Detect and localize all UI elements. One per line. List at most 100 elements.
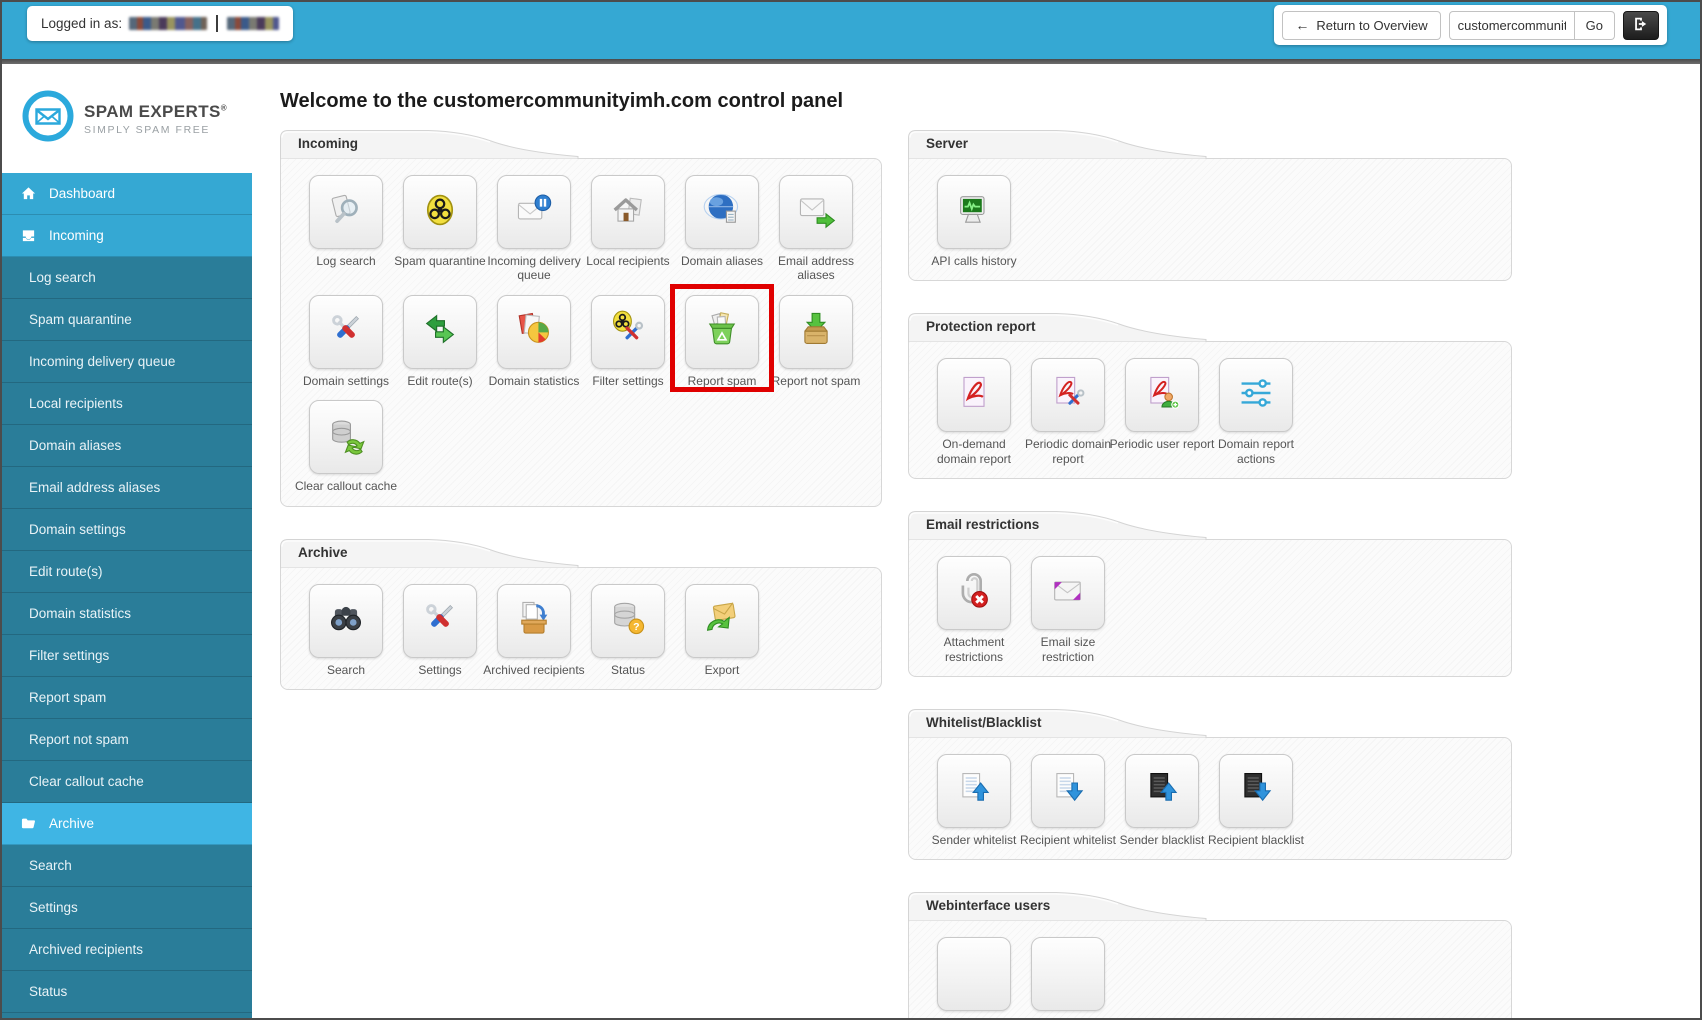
panel-body: On-demand domain report Periodic domain r…	[908, 341, 1512, 480]
sidebar-item-log-search[interactable]: Log search	[2, 257, 252, 299]
panel-item-label: Sender blacklist	[1119, 832, 1205, 847]
panel-item-label: Sender whitelist	[931, 832, 1017, 847]
panel-item-local-recipients[interactable]: Local recipients	[581, 175, 675, 283]
sidebar-item-incoming[interactable]: Incoming	[2, 215, 252, 257]
panel-item-spam-quarantine[interactable]: Spam quarantine	[393, 175, 487, 283]
icon-button	[403, 294, 477, 369]
inbox-restore-icon	[796, 309, 836, 354]
panel-item-label: Periodic user report	[1109, 437, 1215, 452]
panel-item-settings[interactable]: Settings	[393, 583, 487, 677]
panel-item-archived-recipients[interactable]: Archived recipients	[483, 583, 585, 677]
archive-box-icon	[514, 598, 554, 643]
sidebar-item-label: Domain settings	[29, 522, 126, 537]
panel-tab-incoming: Incoming	[280, 129, 580, 159]
panel-item-label: Archived recipients	[483, 662, 585, 677]
panel-item-item[interactable]	[927, 937, 1021, 1016]
spamexperts-logo-icon	[22, 90, 74, 147]
sidebar-item-archived-recipients[interactable]: Archived recipients	[2, 929, 252, 971]
sidebar-item-label: Local recipients	[29, 396, 123, 411]
panel-item-label: Settings	[418, 662, 462, 677]
panel-item-log-search[interactable]: Log search	[299, 175, 393, 283]
domain-input[interactable]	[1448, 10, 1575, 40]
house-icon	[608, 190, 648, 235]
sidebar-item-domain-aliases[interactable]: Domain aliases	[2, 425, 252, 467]
panel-item-label: Domain statistics	[488, 373, 580, 388]
panel-item-domain-settings[interactable]: Domain settings	[299, 294, 393, 388]
panel-item-sender-whitelist[interactable]: Sender whitelist	[927, 753, 1021, 847]
icon-button	[1125, 358, 1199, 433]
icon-button	[497, 294, 571, 369]
panel-item-edit-route-s[interactable]: Edit route(s)	[393, 294, 487, 388]
panel-item-status[interactable]: ? Status	[581, 583, 675, 677]
recycle-bin-icon	[702, 309, 742, 354]
sidebar-item-domain-statistics[interactable]: Domain statistics	[2, 593, 252, 635]
panel-tab-protection-report: Protection report	[908, 312, 1208, 343]
panel-item-label: Edit route(s)	[407, 373, 473, 388]
logout-button[interactable]	[1623, 10, 1659, 40]
sidebar-item-email-address-aliases[interactable]: Email address aliases	[2, 467, 252, 509]
mail-export-icon	[702, 598, 742, 643]
panel-item-email-size-restriction[interactable]: Email size restriction	[1021, 556, 1115, 664]
inbox-icon	[20, 228, 36, 244]
logout-icon	[1632, 15, 1650, 36]
panel-item-periodic-user-report[interactable]: Periodic user report	[1110, 358, 1214, 466]
sidebar-item-domain-settings[interactable]: Domain settings	[2, 509, 252, 551]
sidebar: SPAM EXPERTS® SIMPLY SPAM FREE Dashboard…	[2, 64, 252, 1018]
paperclip-block-icon	[954, 571, 994, 616]
icon-button	[937, 556, 1011, 631]
sidebar-item-label: Report spam	[29, 690, 107, 705]
panel-item-incoming-delivery-queue[interactable]: Incoming delivery queue	[487, 175, 581, 283]
panel-item-on-demand-domain-report[interactable]: On-demand domain report	[927, 358, 1021, 466]
svg-text:?: ?	[633, 621, 639, 633]
sidebar-item-status[interactable]: Status	[2, 971, 252, 1013]
mail-pause-icon	[514, 190, 554, 235]
go-button[interactable]: Go	[1574, 10, 1615, 40]
sidebar-item-incoming-delivery-queue[interactable]: Incoming delivery queue	[2, 341, 252, 383]
sidebar-item-local-recipients[interactable]: Local recipients	[2, 383, 252, 425]
panel-item-sender-blacklist[interactable]: Sender blacklist	[1115, 753, 1209, 847]
panel-item-report-spam[interactable]: Report spam	[670, 283, 774, 393]
sidebar-item-report-spam[interactable]: Report spam	[2, 677, 252, 719]
panel-item-recipient-whitelist[interactable]: Recipient whitelist	[1020, 753, 1116, 847]
panel-item-api-calls-history[interactable]: API calls history	[927, 175, 1021, 268]
panel-item-email-address-aliases[interactable]: Email address aliases	[769, 175, 863, 283]
sidebar-item-archive[interactable]: Archive	[2, 803, 252, 845]
icon-button: ?	[591, 583, 665, 658]
panel-item-search[interactable]: Search	[299, 583, 393, 677]
panel-item-domain-report-actions[interactable]: Domain report actions	[1209, 358, 1303, 466]
sidebar-item-filter-settings[interactable]: Filter settings	[2, 635, 252, 677]
sidebar-item-dashboard[interactable]: Dashboard	[2, 173, 252, 215]
sidebar-item-edit-route-s[interactable]: Edit route(s)	[2, 551, 252, 593]
panel-item-attachment-restrictions[interactable]: Attachment restrictions	[927, 556, 1021, 664]
sidebar-item-item[interactable]	[2, 1013, 252, 1018]
sidebar-item-clear-callout-cache[interactable]: Clear callout cache	[2, 761, 252, 803]
sidebar-item-label: Log search	[29, 270, 96, 285]
icon-button	[937, 175, 1011, 249]
sidebar-item-report-not-spam[interactable]: Report not spam	[2, 719, 252, 761]
panel-title: Archive	[298, 544, 348, 560]
panel-item-item[interactable]	[1021, 937, 1115, 1016]
sidebar-item-search[interactable]: Search	[2, 845, 252, 887]
sidebar-item-label: Settings	[29, 900, 78, 915]
sidebar-item-settings[interactable]: Settings	[2, 887, 252, 929]
panel-item-recipient-blacklist[interactable]: Recipient blacklist	[1208, 753, 1304, 847]
route-arrows-icon	[420, 309, 460, 354]
sidebar-item-label: Archive	[49, 816, 95, 831]
panel-item-periodic-domain-report[interactable]: Periodic domain report	[1021, 358, 1115, 466]
panel-item-report-not-spam[interactable]: Report not spam	[769, 294, 863, 388]
panel-item-clear-callout-cache[interactable]: Clear callout cache	[295, 400, 397, 493]
pdf-tools-icon	[1048, 373, 1088, 418]
left-arrow-icon: ←	[1295, 17, 1310, 33]
sidebar-item-label: Filter settings	[29, 648, 110, 663]
panel-item-export[interactable]: Export	[675, 583, 769, 677]
panel-item-domain-aliases[interactable]: Domain aliases	[675, 175, 769, 283]
panel-item-label: Spam quarantine	[394, 254, 486, 268]
redacted-username	[129, 17, 208, 30]
sidebar-item-label: Clear callout cache	[29, 774, 144, 789]
panel-item-label: Domain settings	[302, 373, 390, 388]
return-to-overview-button[interactable]: ← Return to Overview	[1282, 10, 1441, 40]
panel-item-label: Status	[610, 662, 646, 677]
sidebar-item-spam-quarantine[interactable]: Spam quarantine	[2, 299, 252, 341]
panel-item-domain-statistics[interactable]: Domain statistics	[487, 294, 581, 388]
panel-item-filter-settings[interactable]: Filter settings	[581, 294, 675, 388]
